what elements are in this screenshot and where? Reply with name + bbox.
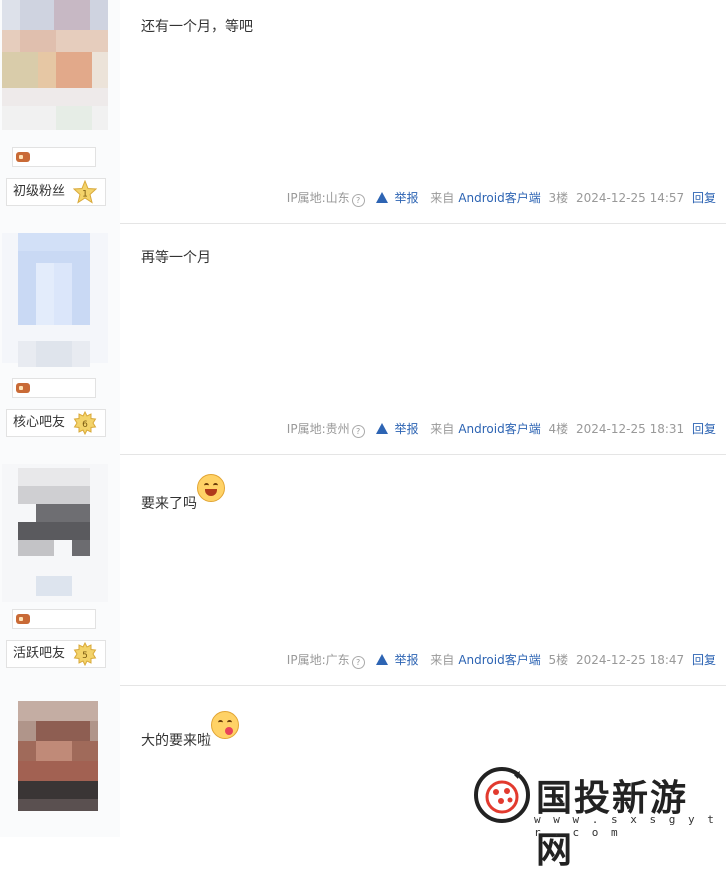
client-link[interactable]: Android客户端 — [458, 653, 540, 667]
post-text: 要来了吗 — [141, 496, 197, 512]
source-text: 来自 Android客户端 — [426, 422, 540, 436]
level-number: 1 — [82, 190, 88, 200]
reply-link[interactable]: 回复 — [692, 422, 716, 436]
tongue-out-emoji-icon — [211, 711, 239, 739]
watermark-url: w w w . s x s g y t r . c o m — [534, 813, 717, 839]
level-badge[interactable]: 活跃吧友 5 — [6, 640, 106, 668]
reply-link[interactable]: 回复 — [692, 191, 716, 205]
level-title: 核心吧友 — [13, 415, 66, 430]
level-title: 初级粉丝 — [13, 184, 66, 199]
post-content: 还有一个月，等吧 — [141, 16, 253, 36]
avatar[interactable] — [2, 0, 108, 130]
source-label: 来自 — [430, 191, 455, 205]
post-content: 再等一个月 — [141, 247, 211, 267]
reply-link[interactable]: 回复 — [692, 653, 716, 667]
ip-location: IP属地:广东? — [283, 653, 365, 669]
floor-number: 3楼 — [548, 191, 569, 205]
floor-number: 5楼 — [548, 653, 569, 667]
post-content: 大的要来啦 — [141, 711, 239, 751]
author-sidebar: 初级粉丝 1 — [0, 0, 120, 223]
post-time: 2024-12-25 18:47 — [576, 653, 685, 667]
gamepad-icon — [16, 383, 30, 393]
laughing-emoji-icon — [197, 474, 225, 502]
level-badge[interactable]: 核心吧友 6 — [6, 409, 106, 437]
warning-icon — [376, 423, 389, 434]
post-floor-4: 核心吧友 6 再等一个月 IP属地:贵州? 举报 来自 Android客户端 4楼… — [0, 223, 726, 455]
ip-label: IP属地:贵州 — [286, 422, 350, 436]
game-badge[interactable] — [12, 147, 96, 167]
post-text: 还有一个月，等吧 — [141, 19, 253, 35]
post-content: 要来了吗 — [141, 474, 225, 514]
level-title: 活跃吧友 — [13, 646, 66, 661]
help-icon[interactable]: ? — [351, 194, 365, 207]
report-link[interactable]: 举报 — [372, 191, 418, 205]
level-badge[interactable]: 初级粉丝 1 — [6, 178, 106, 206]
post-text: 再等一个月 — [141, 250, 211, 266]
report-label: 举报 — [394, 191, 419, 205]
gamepad-icon — [16, 152, 30, 162]
avatar[interactable] — [2, 701, 108, 811]
report-link[interactable]: 举报 — [372, 653, 418, 667]
client-link[interactable]: Android客户端 — [458, 422, 540, 436]
level-star-icon: 1 — [72, 179, 98, 204]
report-label: 举报 — [394, 653, 419, 667]
site-logo-icon — [474, 767, 530, 823]
level-star-icon: 6 — [73, 410, 97, 436]
post-floor-3: 初级粉丝 1 还有一个月，等吧 IP属地:山东? 举报 来自 Android客户端… — [0, 0, 726, 224]
post-meta: IP属地:广东? 举报 来自 Android客户端 5楼 2024-12-25 1… — [279, 651, 716, 669]
level-number: 5 — [82, 651, 88, 661]
report-label: 举报 — [394, 422, 419, 436]
gamepad-icon — [16, 614, 30, 624]
source-label: 来自 — [430, 422, 455, 436]
author-sidebar — [0, 685, 120, 837]
avatar[interactable] — [2, 233, 108, 371]
level-star-icon: 5 — [73, 641, 97, 667]
report-link[interactable]: 举报 — [372, 422, 418, 436]
help-icon[interactable]: ? — [351, 656, 365, 669]
level-number: 6 — [82, 420, 88, 430]
site-watermark: 国投新游网 w w w . s x s g y t r . c o m — [470, 763, 720, 871]
ip-label: IP属地:山东 — [286, 191, 350, 205]
ip-label: IP属地:广东 — [286, 653, 350, 667]
source-text: 来自 Android客户端 — [426, 653, 540, 667]
ip-location: IP属地:贵州? — [283, 422, 365, 438]
floor-number: 4楼 — [548, 422, 569, 436]
client-link[interactable]: Android客户端 — [458, 191, 540, 205]
source-label: 来自 — [430, 653, 455, 667]
source-text: 来自 Android客户端 — [426, 191, 540, 205]
game-badge[interactable] — [12, 378, 96, 398]
ip-location: IP属地:山东? — [283, 191, 365, 207]
post-floor-5: 活跃吧友 5 要来了吗 IP属地:广东? 举报 来自 Android客户端 5楼 … — [0, 454, 726, 686]
game-badge[interactable] — [12, 609, 96, 629]
post-meta: IP属地:山东? 举报 来自 Android客户端 3楼 2024-12-25 1… — [279, 189, 716, 207]
warning-icon — [376, 192, 389, 203]
post-time: 2024-12-25 18:31 — [576, 422, 685, 436]
author-sidebar: 核心吧友 6 — [0, 223, 120, 454]
post-time: 2024-12-25 14:57 — [576, 191, 685, 205]
post-text: 大的要来啦 — [141, 733, 211, 749]
help-icon[interactable]: ? — [351, 425, 365, 438]
author-sidebar: 活跃吧友 5 — [0, 454, 120, 685]
avatar[interactable] — [2, 464, 108, 602]
post-meta: IP属地:贵州? 举报 来自 Android客户端 4楼 2024-12-25 1… — [279, 420, 716, 438]
warning-icon — [376, 654, 389, 665]
